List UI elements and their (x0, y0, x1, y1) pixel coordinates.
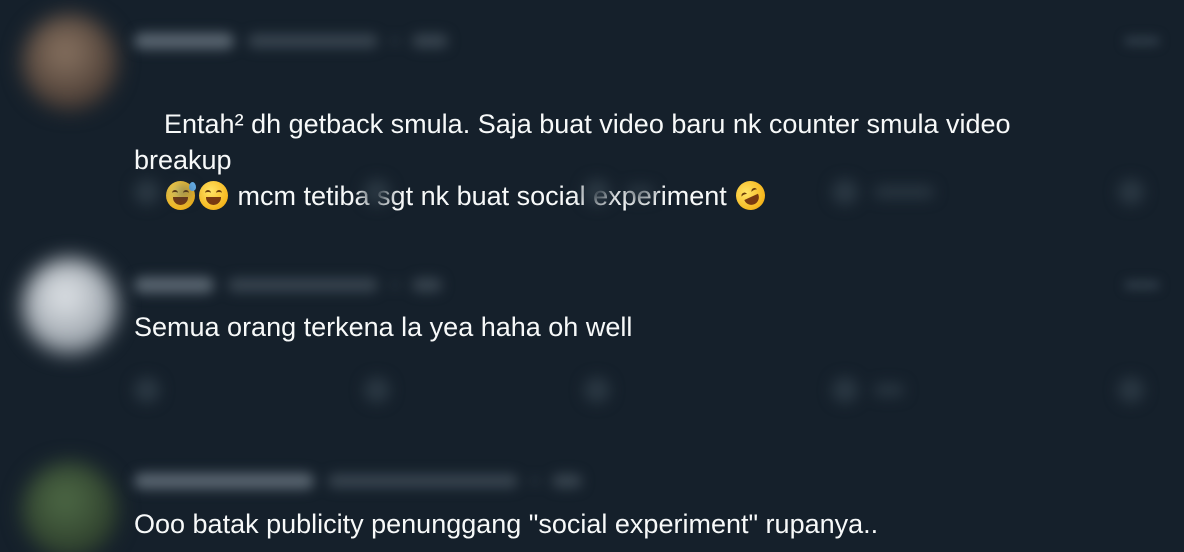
like-count (626, 186, 654, 198)
like-button[interactable] (584, 377, 610, 403)
more-options-icon[interactable] (1124, 36, 1160, 46)
share-icon (1118, 377, 1144, 403)
avatar[interactable] (22, 462, 118, 552)
repost-icon (364, 179, 390, 205)
action-bar (130, 372, 1154, 408)
reply-text: Entah² dh getback smula. Saja buat video… (134, 70, 1011, 250)
heart-icon (584, 377, 610, 403)
repost-button[interactable] (364, 377, 390, 403)
reply-2[interactable]: Semua orang terkena la yea haha oh well (0, 240, 1184, 440)
author-handle[interactable] (248, 34, 378, 48)
reply-3[interactable]: Ooo batak publicity penunggang "social e… (0, 440, 1184, 552)
reply-text: Semua orang terkena la yea haha oh well (134, 312, 633, 342)
reply-text-line: breakup (134, 145, 232, 175)
separator-dot (532, 478, 538, 484)
reply-1[interactable]: Entah² dh getback smula. Saja buat video… (0, 0, 1184, 240)
reply-text-line: Entah² dh getback smula. Saja buat video… (164, 109, 1011, 139)
timestamp[interactable] (412, 278, 442, 292)
views-icon (832, 179, 858, 205)
reply-button[interactable] (134, 179, 190, 205)
views-button[interactable] (832, 179, 934, 205)
author-handle[interactable] (228, 278, 378, 292)
like-button[interactable] (584, 179, 654, 205)
reply-button[interactable] (134, 377, 160, 403)
views-button[interactable] (832, 377, 904, 403)
separator-dot (392, 38, 398, 44)
author-name[interactable] (134, 33, 234, 49)
reply-icon (134, 377, 160, 403)
avatar[interactable] (22, 258, 118, 354)
views-count (874, 384, 904, 396)
views-icon (832, 377, 858, 403)
reply-header (134, 276, 442, 294)
repost-icon (364, 377, 390, 403)
reply-count (176, 186, 190, 198)
views-count (874, 186, 934, 198)
more-options-icon[interactable] (1124, 280, 1160, 290)
author-name[interactable] (134, 473, 314, 489)
share-icon (1118, 179, 1144, 205)
share-button[interactable] (1118, 179, 1144, 205)
timestamp[interactable] (412, 34, 448, 48)
reply-icon (134, 179, 160, 205)
share-button[interactable] (1118, 377, 1144, 403)
heart-icon (584, 179, 610, 205)
reply-header (134, 32, 448, 50)
timestamp[interactable] (552, 474, 582, 488)
repost-button[interactable] (364, 179, 390, 205)
action-bar (130, 174, 1154, 210)
reply-header (134, 472, 582, 490)
author-handle[interactable] (328, 474, 518, 488)
author-name[interactable] (134, 277, 214, 293)
reply-text: Ooo batak publicity penunggang "social e… (134, 509, 879, 539)
separator-dot (392, 282, 398, 288)
avatar[interactable] (22, 14, 118, 110)
